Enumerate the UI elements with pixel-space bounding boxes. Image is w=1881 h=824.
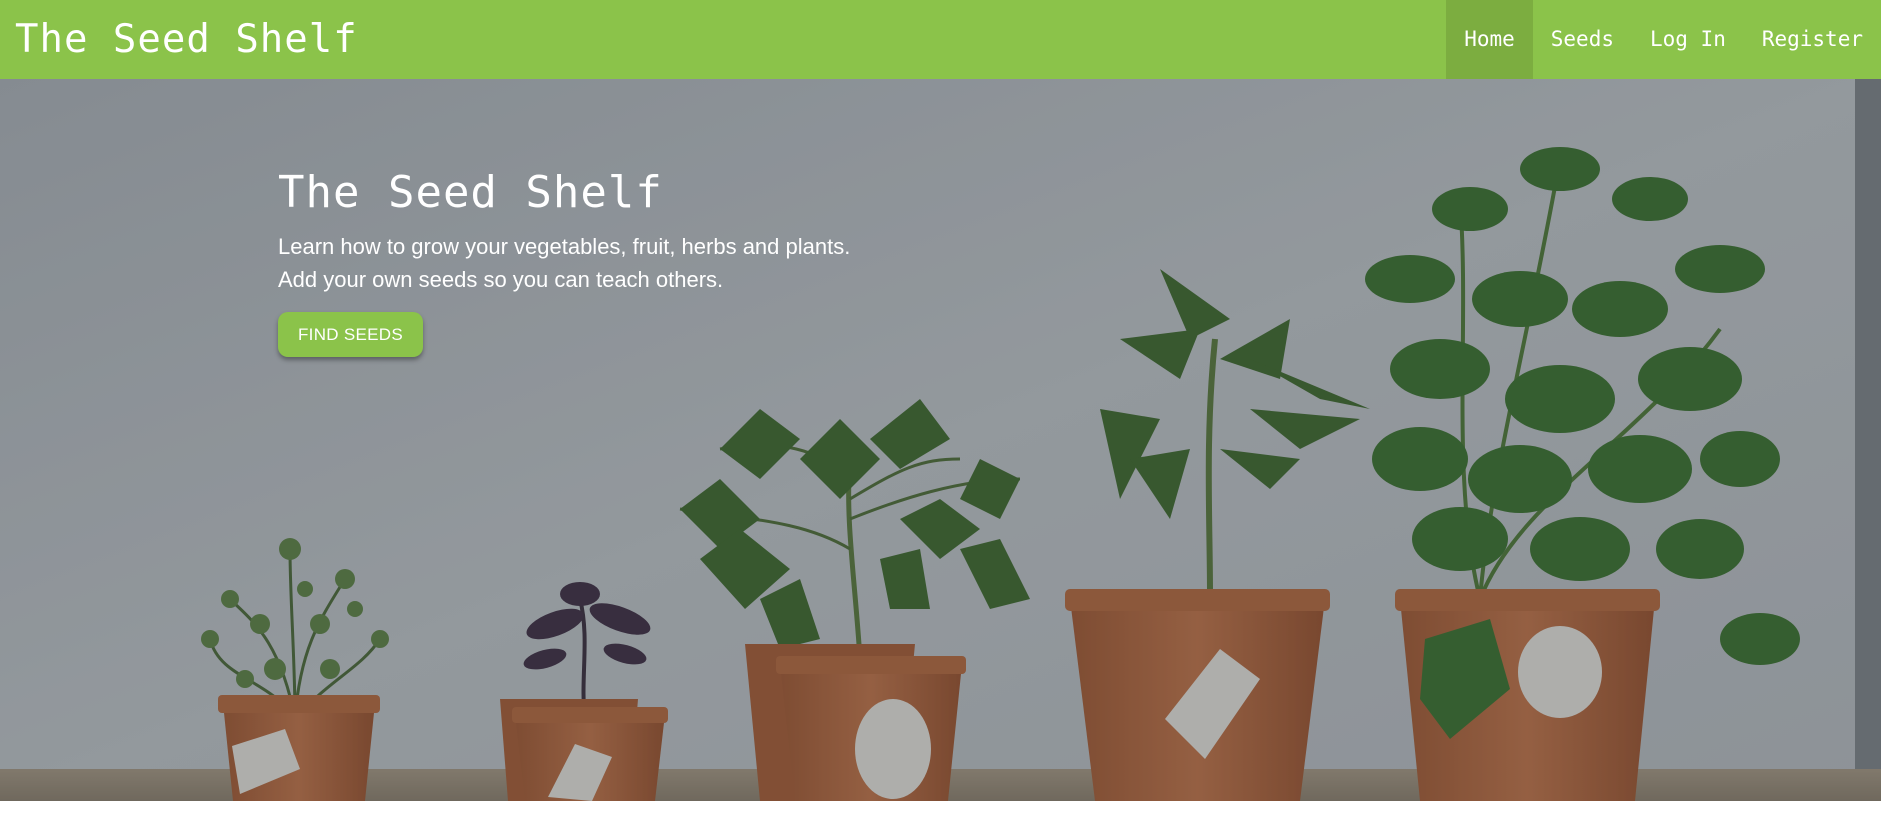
- hero-content: The Seed Shelf Learn how to grow your ve…: [278, 167, 850, 357]
- nav-menu: Home Seeds Log In Register: [1446, 0, 1881, 79]
- nav-link-seeds[interactable]: Seeds: [1533, 0, 1632, 79]
- nav-link-register[interactable]: Register: [1744, 0, 1881, 79]
- nav-link-login[interactable]: Log In: [1632, 0, 1744, 79]
- nav-link-home[interactable]: Home: [1446, 0, 1533, 79]
- nav-home: Home: [1446, 0, 1533, 79]
- hero-title: The Seed Shelf: [278, 167, 663, 218]
- nav-register: Register: [1744, 0, 1881, 79]
- page-bottom-area: [0, 801, 1881, 824]
- nav-seeds: Seeds: [1533, 0, 1632, 79]
- brand-logo-link[interactable]: The Seed Shelf: [0, 0, 358, 79]
- top-navbar: The Seed Shelf Home Seeds Log In Registe…: [0, 0, 1881, 79]
- find-seeds-button[interactable]: FIND SEEDS: [278, 312, 424, 357]
- nav-login: Log In: [1632, 0, 1744, 79]
- hero-tagline-2: Add your own seeds so you can teach othe…: [278, 267, 724, 292]
- hero-banner: The Seed Shelf Learn how to grow your ve…: [0, 79, 1881, 801]
- hero-tagline-1: Learn how to grow your vegetables, fruit…: [278, 234, 851, 259]
